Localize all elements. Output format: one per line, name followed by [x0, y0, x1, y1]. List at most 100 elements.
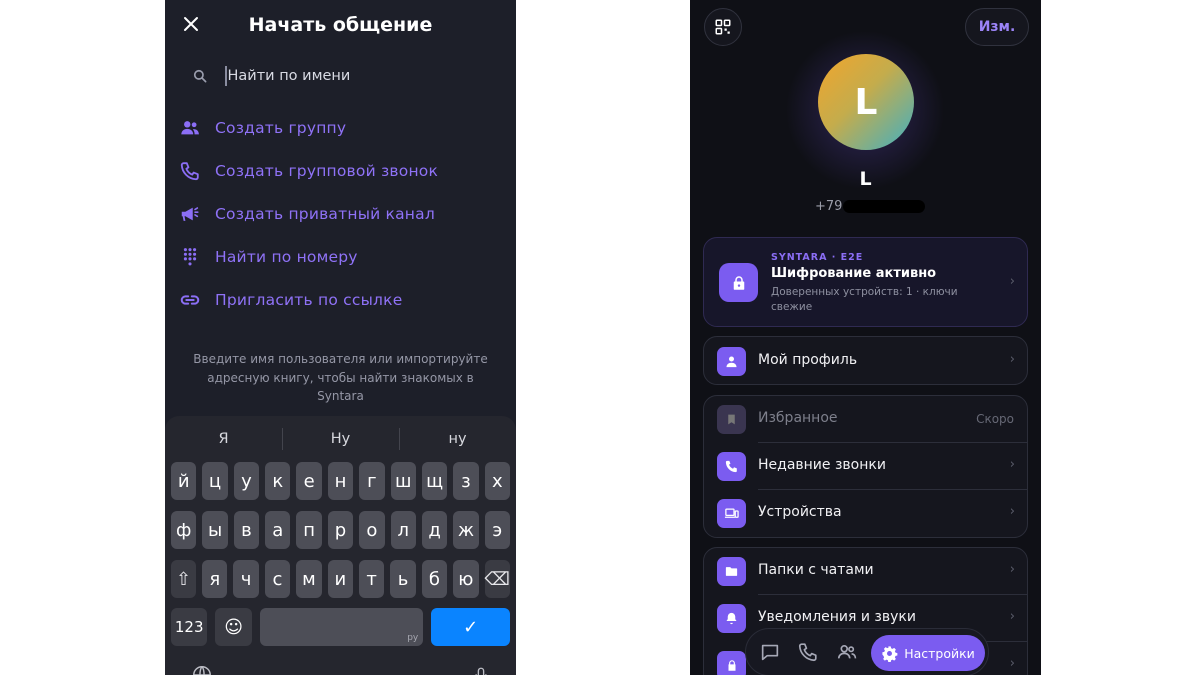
keyboard-key[interactable]: ч: [233, 560, 259, 598]
keyboard-key[interactable]: ц: [202, 462, 228, 500]
microphone-icon[interactable]: [472, 664, 490, 675]
chats-tab-icon[interactable]: [759, 641, 781, 663]
keyboard-key[interactable]: ж: [453, 511, 479, 549]
menu-item-label: Устройства: [758, 504, 842, 520]
encryption-subtitle: Доверенных устройств: 1 · ключи свежие: [771, 286, 958, 313]
keyboard-key[interactable]: б: [421, 560, 448, 598]
calls-tab-icon[interactable]: [797, 641, 819, 663]
create-group-call-button[interactable]: Создать групповой звонок: [179, 149, 438, 192]
chevron-right-icon: ›: [1009, 352, 1015, 367]
keyboard-key[interactable]: с: [264, 560, 291, 598]
menu-item-chat-folders[interactable]: Папки с чатами ›: [704, 548, 1027, 595]
menu-item-label: Папки с чатами: [758, 562, 874, 578]
keyboard-key[interactable]: л: [390, 511, 416, 549]
menu-item-label: Мой профиль: [758, 352, 858, 368]
keyboard-key[interactable]: в: [233, 511, 260, 549]
emoji-key[interactable]: ☺: [215, 608, 252, 646]
create-private-channel-label: Создать приватный канал: [215, 204, 435, 223]
globe-icon[interactable]: [191, 664, 213, 675]
new-chat-screen: Начать общение Найти по имени Создать гр…: [165, 0, 516, 675]
space-key[interactable]: ру: [259, 608, 424, 646]
profile-phone: +79: [815, 199, 926, 214]
keyboard-key[interactable]: н: [327, 462, 354, 500]
keyboard-key[interactable]: д: [421, 511, 448, 549]
keyboard-key[interactable]: е: [296, 462, 322, 500]
qr-code-icon: [715, 19, 731, 35]
keyboard-key[interactable]: ю: [453, 560, 479, 598]
keyboard-key[interactable]: г: [359, 462, 385, 500]
keyboard-key[interactable]: ь: [390, 560, 416, 598]
search-hint-text: Введите имя пользователя или импортируйт…: [193, 352, 488, 403]
numbers-key[interactable]: 123: [171, 608, 208, 646]
suggestion-item[interactable]: Ну: [282, 426, 399, 452]
menu-item-label: Недавние звонки: [758, 457, 886, 473]
person-icon: [717, 347, 746, 376]
find-by-number-label: Найти по номеру: [215, 248, 358, 267]
menu-group-1: Избранное Скоро Недавние звонки › Устрой…: [703, 395, 1028, 538]
keyboard-row-1: йцукенгшщзх: [171, 462, 510, 500]
chevron-right-icon: ›: [1009, 274, 1015, 289]
keyboard-key[interactable]: щ: [421, 462, 448, 500]
return-key[interactable]: ✓: [431, 608, 510, 646]
menu-item-devices[interactable]: Устройства ›: [704, 490, 1027, 537]
edit-profile-button[interactable]: Изм.: [965, 8, 1029, 46]
chevron-right-icon: ›: [1009, 457, 1015, 472]
tab-settings[interactable]: Настройки: [871, 635, 985, 671]
keyboard-key[interactable]: а: [265, 511, 291, 549]
keyboard-key[interactable]: у: [233, 462, 260, 500]
keyboard-key[interactable]: ы: [202, 511, 228, 549]
find-by-number-button[interactable]: Найти по номеру: [179, 236, 438, 279]
keyboard-key[interactable]: о: [359, 511, 385, 549]
bottom-tab-bar: Настройки: [745, 628, 989, 675]
backspace-key[interactable]: ⌫: [484, 560, 510, 598]
qr-code-button[interactable]: [704, 8, 742, 46]
invite-by-link-button[interactable]: Пригласить по ссылке: [179, 279, 438, 322]
suggestion-item[interactable]: Я: [165, 426, 282, 452]
keyboard-key[interactable]: и: [327, 560, 353, 598]
megaphone-icon: [181, 207, 199, 221]
bookmark-icon: [717, 405, 746, 434]
text-caret: [225, 66, 227, 86]
create-private-channel-button[interactable]: Создать приватный канал: [179, 192, 438, 235]
gear-icon: [882, 645, 898, 662]
lock-icon: [719, 263, 758, 302]
contacts-tab-icon[interactable]: [836, 641, 858, 663]
keyboard-key[interactable]: ш: [390, 462, 416, 500]
suggestion-item[interactable]: ну: [399, 426, 516, 452]
menu-item-recent-calls[interactable]: Недавние звонки ›: [704, 443, 1027, 490]
create-group-button[interactable]: Создать группу: [179, 106, 438, 149]
bell-icon: [717, 604, 746, 633]
keyboard-key[interactable]: з: [453, 462, 479, 500]
keyboard-bottom-bar: [191, 664, 490, 675]
keyboard-key[interactable]: э: [484, 511, 510, 549]
search-input[interactable]: Найти по имени: [228, 68, 351, 84]
keyboard-key[interactable]: х: [484, 462, 510, 500]
keyboard-key[interactable]: я: [202, 560, 228, 598]
encryption-title: Шифрование активно: [771, 266, 937, 281]
shift-key[interactable]: ⇧: [171, 560, 197, 598]
settings-screen: Изм. L L +79 SYNTARA · E2E Шифрование ак…: [690, 0, 1041, 675]
keyboard-key[interactable]: ф: [171, 511, 197, 549]
keyboard-key[interactable]: м: [296, 560, 322, 598]
create-group-call-label: Создать групповой звонок: [215, 161, 439, 180]
keyboard-key[interactable]: п: [296, 511, 322, 549]
keyboard-key[interactable]: р: [327, 511, 354, 549]
menu-item-label: Уведомления и звуки: [758, 609, 916, 625]
menu-item-favorites[interactable]: Избранное Скоро: [704, 396, 1027, 443]
keyboard-key[interactable]: й: [171, 462, 197, 500]
phone-redaction: [843, 200, 926, 213]
folder-icon: [717, 557, 746, 586]
keyboard-key[interactable]: т: [358, 560, 385, 598]
search-field[interactable]: Найти по имени: [181, 60, 500, 92]
keyboard-key[interactable]: к: [265, 462, 291, 500]
keyboard-suggestions: Я Ну ну: [165, 426, 516, 452]
keyboard-row-3-letters: ячсмитьбю: [202, 560, 479, 598]
avatar[interactable]: L: [818, 54, 914, 150]
keyboard-language-label: ру: [407, 633, 419, 643]
keyboard-row-2: фывапролджэ: [171, 511, 510, 549]
profile-name: L: [859, 168, 872, 190]
keyboard-row-3: ⇧ ячсмитьбю ⌫: [171, 560, 510, 598]
encryption-status-card[interactable]: SYNTARA · E2E Шифрование активно Доверен…: [703, 237, 1028, 327]
menu-item-my-profile[interactable]: Мой профиль ›: [704, 338, 1027, 385]
encryption-tag: SYNTARA · E2E: [771, 252, 864, 263]
